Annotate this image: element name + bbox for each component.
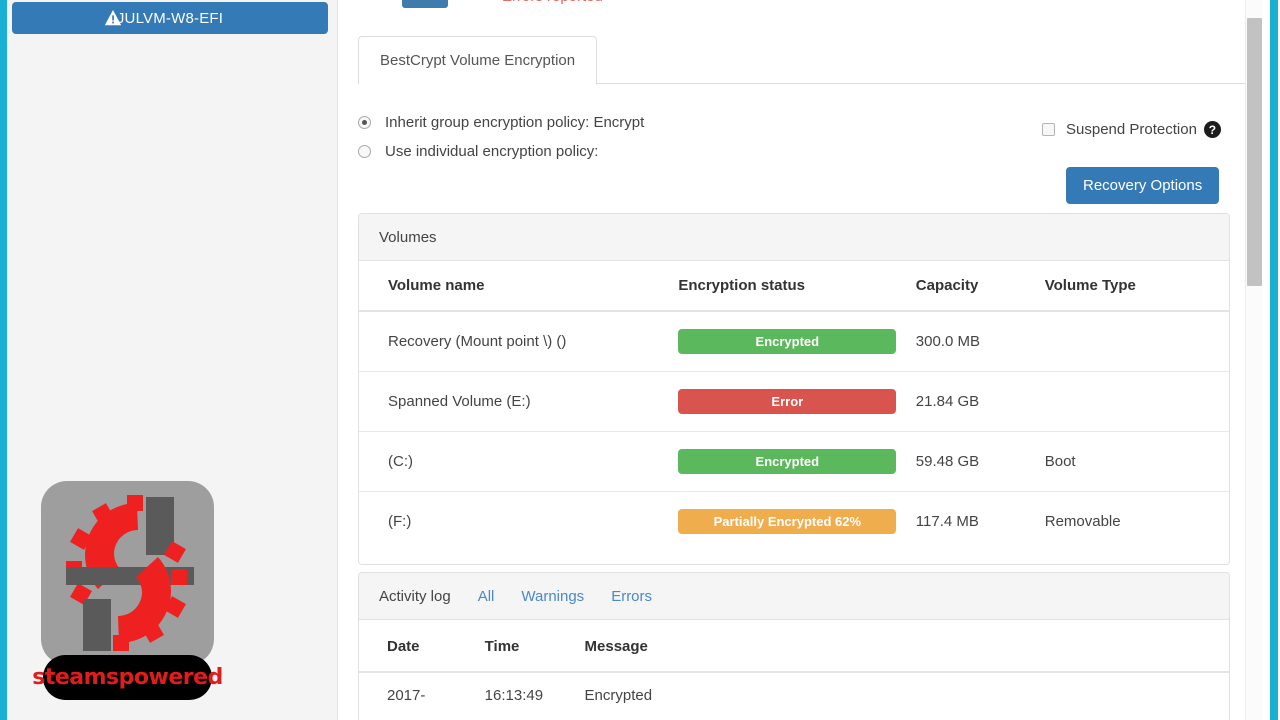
column-volume-type: Volume Type [1044,261,1229,312]
cell-encryption-status: Encrypted [678,431,916,492]
main-content: Errors reported BestCrypt Volume Encrypt… [339,0,1270,720]
volumes-table: Volume name Encryption status Capacity V… [359,261,1229,551]
cell-capacity: 59.48 GB [915,431,1045,492]
tab-label: BestCrypt Volume Encryption [380,52,576,69]
cell-volume-type [1044,371,1229,432]
cell-log-message: Encrypted [584,687,653,704]
column-date: Date [359,620,485,673]
radio-inherit-indicator [358,116,371,129]
cell-volume-name: Recovery (Mount point \) () [388,333,567,350]
activity-log-header-row: Date Time Message [359,620,1229,673]
table-row[interactable]: Spanned Volume (E:) Error 21.84 GB [359,371,1229,432]
suspend-protection-label: Suspend Protection [1066,121,1197,138]
cell-encryption-status: Partially Encrypted 62% [678,491,916,551]
sidebar-item-julvm-w8-efi[interactable]: JULVM-W8-EFI [12,2,328,34]
activity-log-table: Date Time Message 2017- 16:13:49 Encrypt… [359,620,1229,718]
cell-volume-type [1045,311,1229,372]
recovery-options-label: Recovery Options [1083,177,1203,194]
cell-volume-name: (C:) [359,431,679,492]
column-capacity: Capacity [915,261,1045,312]
cell-capacity: 300.0 MB [915,333,980,350]
volumes-table-header-row: Volume name Encryption status Capacity V… [359,261,1229,312]
suspend-protection-checkbox[interactable] [1042,123,1055,136]
status-badge: Error [678,389,897,414]
activity-log-filters: All Warnings Errors [451,588,652,605]
activity-log-heading: Activity log All Warnings Errors [359,573,1229,620]
watermark-logo: steamspowered [32,481,223,705]
frame-edge-right [1270,0,1278,720]
tab-bar: BestCrypt Volume Encryption [358,36,1251,85]
activity-log-panel: Activity log All Warnings Errors Date Ti… [358,572,1230,720]
cell-encryption-status: Error [678,371,916,432]
filter-warnings[interactable]: Warnings [521,588,584,605]
cell-volume-type: Removable [1044,491,1229,551]
recovery-options-button[interactable]: Recovery Options [1066,167,1220,204]
radio-individual-label: Use individual encryption policy: [385,143,599,160]
top-cut-button[interactable] [402,0,448,8]
frame-edge-left [0,0,7,720]
sidebar-item-label: JULVM-W8-EFI [116,9,224,27]
table-row[interactable]: (F:) Partially Encrypted 62% 117.4 MB Re… [359,491,1229,551]
cell-volume-name: (F:) [359,491,679,551]
vertical-scrollbar-thumb[interactable] [1247,18,1262,286]
radio-inherit-group-policy[interactable]: Inherit group encryption policy: Encrypt [358,108,644,137]
watermark-gear-icon [41,481,214,665]
watermark-label: steamspowered [32,655,223,700]
volumes-panel-heading: Volumes [359,214,1229,261]
filter-all[interactable]: All [478,588,495,605]
watermark-text: steamspowered [32,665,223,690]
column-encryption-status: Encryption status [678,261,916,312]
tab-bestcrypt-volume-encryption[interactable]: BestCrypt Volume Encryption [358,36,598,85]
radio-inherit-label: Inherit group encryption policy: Encrypt [385,114,645,131]
volumes-panel: Volumes Volume name Encryption status Ca… [358,213,1230,565]
cell-capacity: 117.4 MB [915,491,1045,551]
radio-individual-indicator [358,145,371,158]
cell-volume-type: Boot [1044,431,1229,492]
cell-encryption-status: Encrypted [678,311,915,372]
table-row[interactable]: (C:) Encrypted 59.48 GB Boot [359,431,1229,492]
table-row[interactable]: Recovery (Mount point \) () Encrypted 30… [359,311,1229,372]
suspend-protection-row: Suspend Protection ? [1042,121,1221,138]
cell-log-date: 2017- [387,687,426,704]
column-message: Message [584,620,1229,673]
errors-reported-label: Errors reported [502,0,603,5]
radio-individual-policy[interactable]: Use individual encryption policy: [358,137,644,166]
volumes-panel-title: Volumes [379,228,437,246]
column-time: Time [484,620,585,673]
status-badge: Partially Encrypted 62% [678,509,897,534]
status-badge: Encrypted [678,449,897,474]
help-question-icon[interactable]: ? [1203,121,1221,138]
list-item[interactable]: 2017- 16:13:49 Encrypted [359,672,1229,718]
cell-log-time: 16:13:49 [484,687,544,704]
app-window: JULVM-W8-EFI Errors reported BestCrypt V… [0,0,1280,720]
cell-volume-name: Spanned Volume (E:) [359,371,679,432]
activity-log-title: Activity log [379,587,451,605]
filter-errors[interactable]: Errors [611,588,652,605]
cell-capacity: 21.84 GB [915,371,1045,432]
encryption-policy-group: Inherit group encryption policy: Encrypt… [358,108,644,166]
status-badge: Encrypted [678,329,897,354]
column-volume-name: Volume name [359,261,679,312]
top-overflow-strip: Errors reported [339,0,1270,14]
